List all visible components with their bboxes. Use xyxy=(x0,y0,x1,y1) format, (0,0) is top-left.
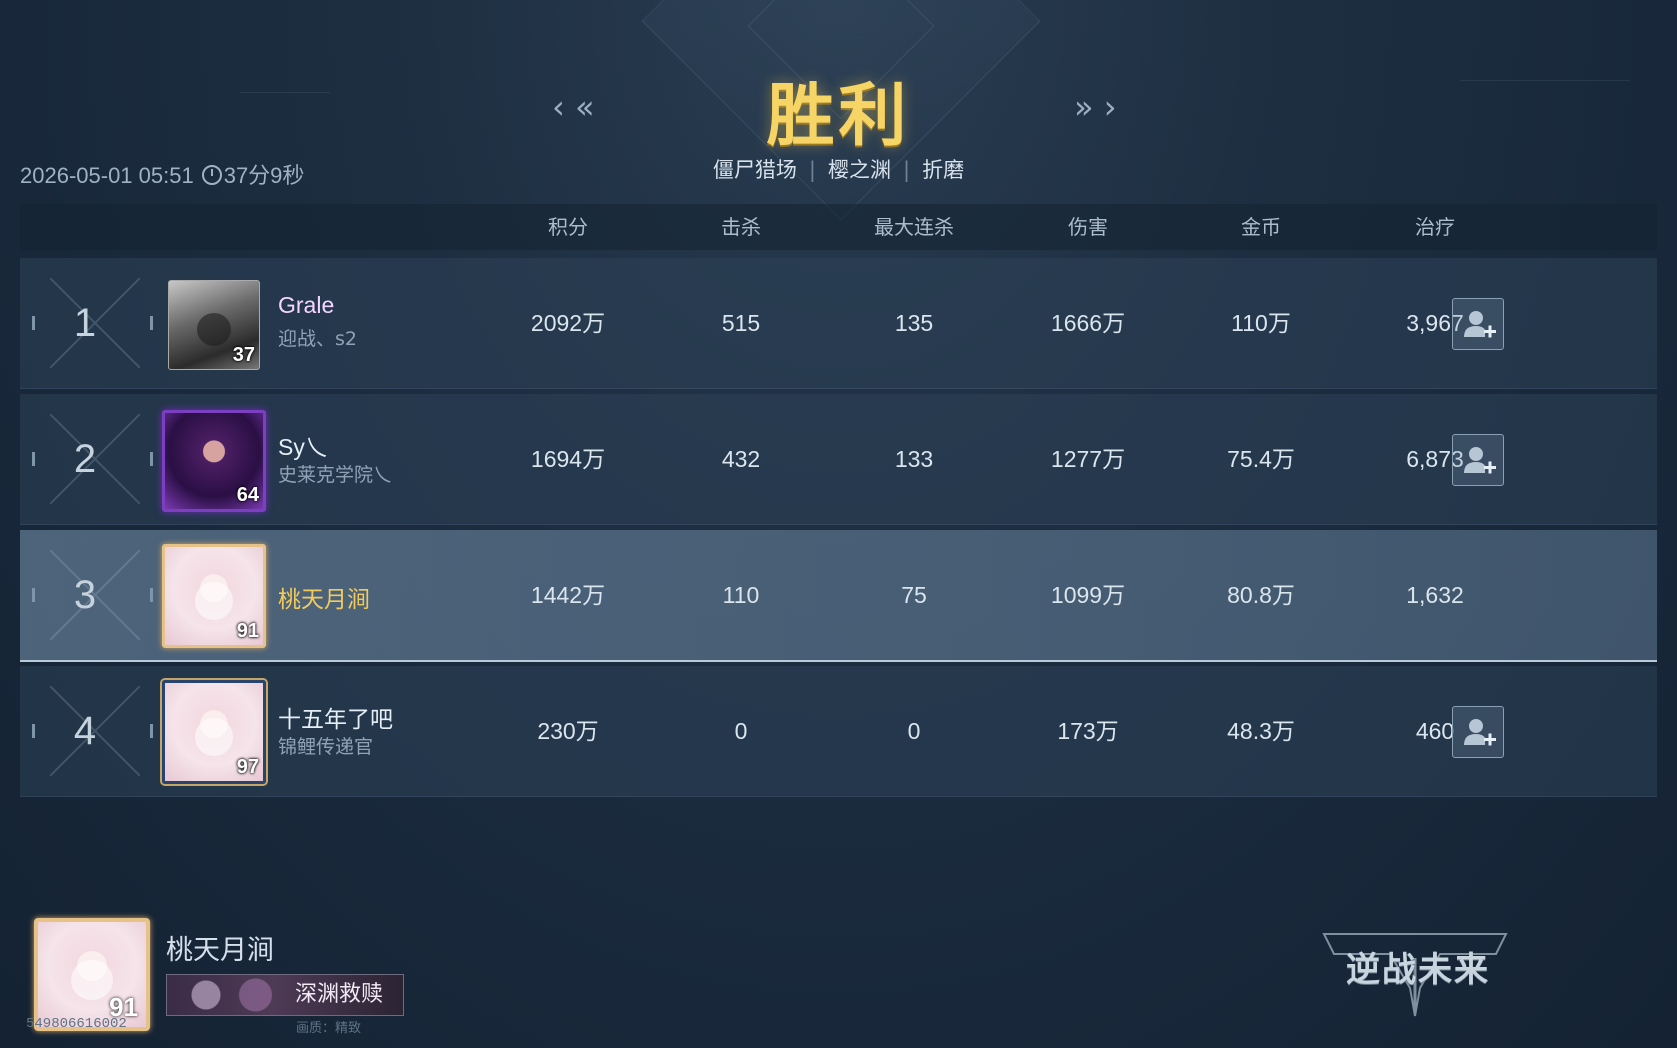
table-row: 2 64 Sy乀 史莱克学院乀 1694万 432 133 1277万 75.4… xyxy=(20,394,1657,525)
col-heal: 治疗 xyxy=(1415,215,1455,239)
add-friend-icon xyxy=(1464,311,1496,338)
graphics-quality: 画质：精致 xyxy=(296,1021,362,1036)
player-name: Grale xyxy=(278,292,335,318)
max-streak-value: 0 xyxy=(907,718,921,744)
col-damage: 伤害 xyxy=(1068,215,1108,239)
row-tick xyxy=(150,588,153,602)
rank-number: 2 xyxy=(73,437,97,481)
col-kills: 击杀 xyxy=(721,215,761,239)
gold-value: 110万 xyxy=(1231,310,1291,336)
clock-icon xyxy=(201,165,222,185)
avatar[interactable]: 97 xyxy=(162,680,266,784)
kills-value: 515 xyxy=(721,310,761,336)
row-tick xyxy=(150,452,153,466)
rank-number: 4 xyxy=(73,709,97,753)
player-guild: 迎战、s2 xyxy=(278,328,357,350)
level-badge: 91 xyxy=(236,620,259,642)
match-datetime: 2026-05-01 05:51 xyxy=(20,163,194,188)
damage-value: 1099万 xyxy=(1050,582,1126,608)
heal-value: 1,632 xyxy=(1406,582,1464,608)
row-tick xyxy=(150,316,153,330)
score-value: 2092万 xyxy=(530,310,606,336)
match-duration: 37分9秒 xyxy=(223,163,305,188)
match-meta: 2026-05-01 05:51 37分9秒 xyxy=(20,158,304,190)
add-friend-button[interactable] xyxy=(1452,706,1504,758)
map-name: 樱之渊 xyxy=(828,158,891,182)
score-value: 1694万 xyxy=(530,446,606,472)
col-score: 积分 xyxy=(548,215,588,239)
max-streak-value: 133 xyxy=(894,446,934,472)
col-max-streak: 最大连杀 xyxy=(874,215,954,239)
rank-number: 1 xyxy=(73,301,97,345)
damage-value: 173万 xyxy=(1057,718,1119,744)
add-friend-icon xyxy=(1464,447,1496,474)
level-badge: 37 xyxy=(232,344,255,366)
gold-value: 80.8万 xyxy=(1227,582,1295,608)
player-name: 桃天月涧 xyxy=(278,586,370,612)
game-logo: 逆战未来 xyxy=(1320,928,1510,1020)
title-badge[interactable]: 深渊救赎 xyxy=(166,974,404,1016)
max-streak-value: 135 xyxy=(894,310,934,336)
table-row-self: 3 91 桃天月涧 1442万 110 75 1099万 80.8万 1,632 xyxy=(20,530,1657,662)
damage-value: 1666万 xyxy=(1050,310,1126,336)
table-row: 1 37 Grale 迎战、s2 2092万 515 135 1666万 110… xyxy=(20,258,1657,389)
title-emblem-icon xyxy=(173,977,283,1013)
kills-value: 110 xyxy=(722,582,760,608)
self-avatar[interactable]: 91 xyxy=(34,918,150,1031)
add-friend-button[interactable] xyxy=(1452,434,1504,486)
damage-value: 1277万 xyxy=(1050,446,1126,472)
add-friend-button[interactable] xyxy=(1452,298,1504,350)
add-friend-icon xyxy=(1464,719,1496,746)
self-name: 桃天月涧 xyxy=(166,935,274,966)
player-name: 十五年了吧 xyxy=(278,706,393,732)
kills-value: 0 xyxy=(734,718,748,744)
max-streak-value: 75 xyxy=(901,582,927,608)
score-value: 230万 xyxy=(537,718,599,744)
mode-name: 僵尸猎场 xyxy=(712,158,797,182)
next-arrow[interactable]: » › xyxy=(1074,88,1117,126)
avatar[interactable]: 91 xyxy=(162,544,266,648)
col-gold: 金币 xyxy=(1241,215,1281,239)
difficulty-name: 折磨 xyxy=(922,158,965,182)
result-title: 胜利 xyxy=(766,77,911,156)
row-tick xyxy=(150,724,153,738)
user-id: 549806616002 xyxy=(26,1016,127,1032)
player-name: Sy乀 xyxy=(278,434,328,460)
gold-value: 75.4万 xyxy=(1227,446,1295,472)
gold-value: 48.3万 xyxy=(1227,718,1295,744)
title-badge-text: 深渊救赎 xyxy=(295,982,384,1007)
score-value: 1442万 xyxy=(530,582,606,608)
player-guild: 史莱克学院乀 xyxy=(278,464,393,486)
avatar[interactable]: 37 xyxy=(168,280,260,370)
level-badge: 64 xyxy=(236,484,259,506)
kills-value: 432 xyxy=(721,446,761,472)
table-header: 积分 击杀 最大连杀 伤害 金币 治疗 xyxy=(20,204,1657,250)
rank-number: 3 xyxy=(73,573,97,617)
logo-text: 逆战未来 xyxy=(1346,950,1490,990)
level-badge: 97 xyxy=(236,756,259,778)
avatar[interactable]: 64 xyxy=(162,410,266,512)
table-row: 4 97 十五年了吧 锦鲤传递官 230万 0 0 173万 48.3万 460 xyxy=(20,666,1657,797)
player-guild: 锦鲤传递官 xyxy=(278,736,374,758)
